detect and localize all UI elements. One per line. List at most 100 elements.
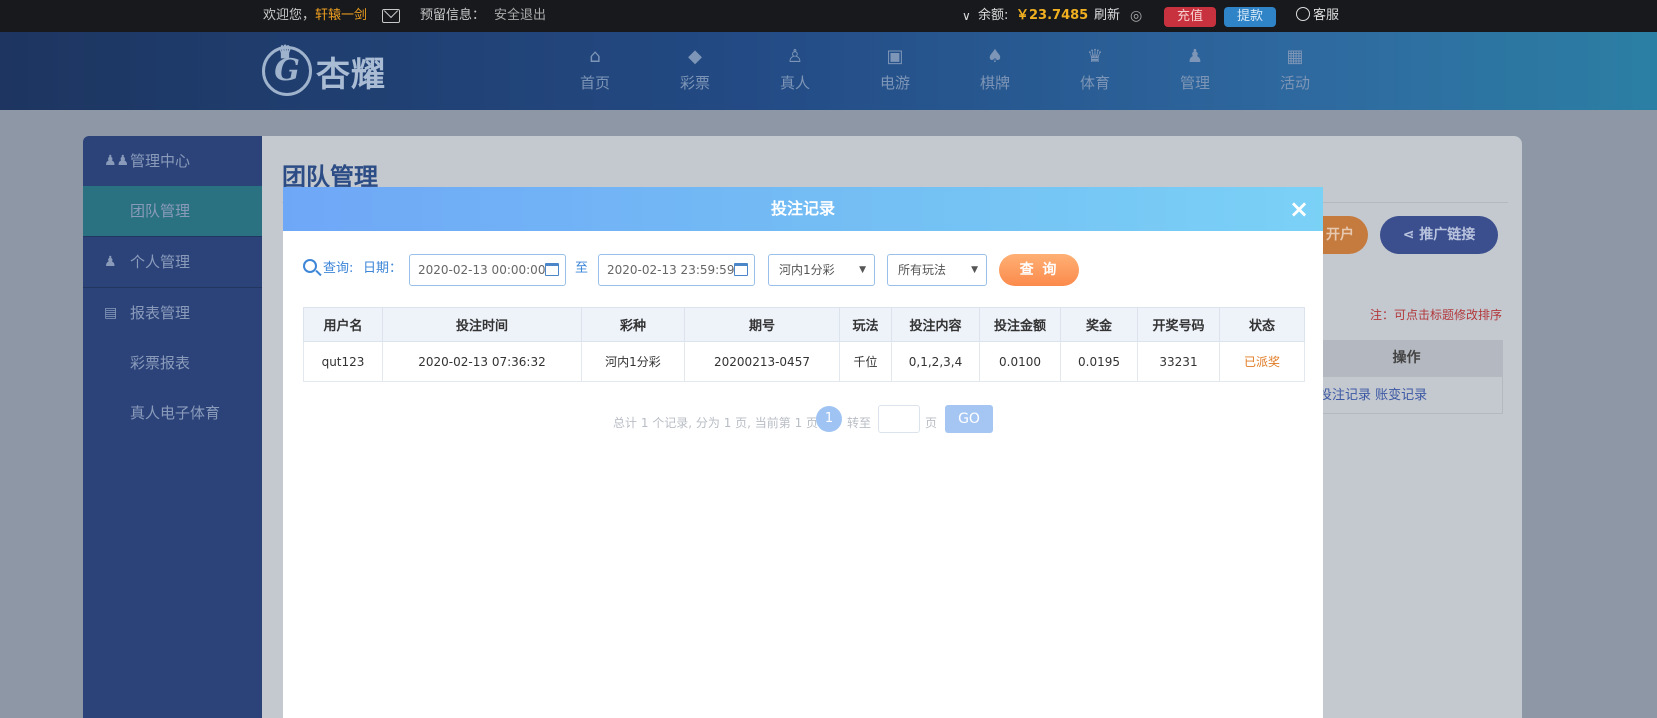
sidebar-item-label: 报表管理: [130, 304, 191, 322]
service-label: 客服: [1313, 8, 1340, 23]
welcome-label: 欢迎您，: [263, 8, 316, 23]
pagination-summary: 总计 1 个记录, 分为 1 页, 当前第 1 页: [613, 416, 819, 430]
live-dealer-icon: ♙: [786, 46, 804, 67]
lottery-select-value: 河内1分彩: [779, 263, 835, 277]
site-logo[interactable]: G 杏耀: [262, 31, 386, 104]
query-button[interactable]: 查 询: [999, 254, 1079, 286]
nav-item-label: 电游: [879, 74, 910, 92]
nav-item-label: 体育: [1079, 74, 1110, 92]
group-icon: ♟♟: [104, 153, 130, 169]
promo-link-label: 推广链接: [1419, 227, 1476, 243]
sidebar-item-label: 真人电子体育: [130, 404, 221, 422]
hide-eye-icon[interactable]: ◎: [1130, 0, 1142, 32]
nav-item-home[interactable]: ⌂ 首页: [545, 32, 645, 110]
recharge-button[interactable]: 充值: [1164, 7, 1216, 27]
column-header: 开奖号码: [1137, 307, 1220, 342]
person-icon: ♟: [104, 254, 117, 270]
sidebar-item-label: 管理中心: [130, 152, 191, 170]
calendar-icon[interactable]: [545, 263, 559, 276]
nav-item-label: 真人: [779, 74, 810, 92]
nav-item-users[interactable]: ♟ 管理: [1145, 32, 1245, 110]
table-header-row: 用户名 投注时间 彩种 期号 玩法 投注内容 投注金额 奖金 开奖号码 状态: [303, 307, 1305, 342]
nav-item-live-dealer[interactable]: ♙ 真人: [745, 32, 845, 110]
reserve-info: 预留信息：: [420, 8, 486, 23]
balance-label: 余额:: [978, 8, 1009, 23]
bet-records-modal: 投注记录 × 查询: 日期： 2020-02-13 00:00:00 至 202…: [283, 187, 1323, 718]
date-label: 日期：: [363, 261, 403, 276]
dropdown-arrow-icon: ▼: [859, 265, 866, 275]
to-label: 至: [575, 261, 589, 276]
column-header: 彩种: [581, 307, 685, 342]
balance-value: ￥23.7485: [1016, 8, 1089, 23]
dropdown-arrow-icon: ▼: [971, 265, 978, 275]
date-from-value: 2020-02-13 00:00:00: [418, 263, 546, 277]
sidebar-item-lottery-report[interactable]: 彩票报表: [83, 338, 262, 388]
nav-item-label: 棋牌: [979, 74, 1010, 92]
share-icon: ⋖: [1402, 227, 1420, 243]
nav-item-label: 活动: [1279, 74, 1310, 92]
sidebar-item-live-report[interactable]: 真人电子体育: [83, 388, 262, 438]
column-header: 投注内容: [891, 307, 980, 342]
logo-emblem: G: [262, 31, 312, 96]
table-cell: 2020-02-13 07:36:32: [382, 341, 582, 382]
sidebar-item-management-center[interactable]: ♟♟ 管理中心: [83, 136, 262, 186]
play-select-value: 所有玩法: [898, 263, 947, 277]
column-header: 期号: [684, 307, 840, 342]
date-to-input[interactable]: 2020-02-13 23:59:59: [598, 254, 755, 286]
column-header: 玩法: [839, 307, 892, 342]
welcome-text: 欢迎您，轩辕一剑: [263, 0, 367, 32]
page-unit-label: 页: [925, 416, 938, 430]
status-cell: 已派奖: [1219, 341, 1305, 382]
date-from-input[interactable]: 2020-02-13 00:00:00: [409, 254, 566, 286]
column-header: 用户名: [303, 307, 383, 342]
calendar-icon[interactable]: [734, 263, 748, 276]
withdraw-button[interactable]: 提款: [1224, 7, 1276, 27]
sidebar-item-team-management[interactable]: 团队管理: [83, 186, 262, 236]
refresh-link[interactable]: 刷新: [1094, 0, 1120, 32]
sidebar-item-personal-management[interactable]: ♟ 个人管理: [83, 237, 262, 287]
mail-icon[interactable]: [382, 9, 400, 23]
slot-machine-icon: ▣: [886, 46, 904, 67]
play-type-select[interactable]: 所有玩法 ▼: [887, 254, 987, 286]
gift-icon: ▦: [1286, 46, 1304, 67]
cards-icon: ♠: [986, 46, 1004, 67]
sidebar: ♟♟ 管理中心 团队管理 ♟ 个人管理 ▤ 报表管理 彩票报表 真人电子体育: [83, 136, 262, 718]
query-label: 查询:: [323, 261, 354, 276]
bet-records-table: 用户名 投注时间 彩种 期号 玩法 投注内容 投注金额 奖金 开奖号码 状态 qut123 2020…: [303, 307, 1305, 382]
jump-to-label: 转至: [847, 416, 872, 430]
date-to-value: 2020-02-13 23:59:59: [607, 263, 735, 277]
table-cell: 0,1,2,3,4: [891, 341, 980, 382]
lottery-icon: ◆: [688, 46, 702, 67]
username-link[interactable]: 轩辕一剑: [315, 8, 367, 23]
lottery-select[interactable]: 河内1分彩 ▼: [768, 254, 875, 286]
ops-links[interactable]: 投注记录 账变记录: [1310, 376, 1503, 414]
nav-item-slot-machine[interactable]: ▣ 电游: [845, 32, 945, 110]
nav-item-cards[interactable]: ♠ 棋牌: [945, 32, 1045, 110]
nav-item-label: 首页: [579, 74, 610, 92]
nav-item-gift[interactable]: ▦ 活动: [1245, 32, 1345, 110]
main-header: G 杏耀 ⌂ 首页 ◆ 彩票 ♙ 真人 ▣ 电游 ♠ 棋牌 ♛ 体育 ♟ 管理 ▦ 活动: [0, 31, 1657, 110]
column-header: 状态: [1219, 307, 1305, 342]
sidebar-item-label: 个人管理: [130, 253, 191, 271]
chevron-down-icon[interactable]: ∨: [962, 0, 971, 32]
trophy-icon: ♛: [1086, 46, 1104, 67]
nav-item-trophy[interactable]: ♛ 体育: [1045, 32, 1145, 110]
logo-text: 杏耀: [316, 54, 386, 95]
close-icon[interactable]: ×: [1285, 195, 1313, 223]
current-page-button[interactable]: 1: [816, 406, 842, 432]
table-cell: 20200213-0457: [684, 341, 840, 382]
sidebar-item-report-management[interactable]: ▤ 报表管理: [83, 288, 262, 338]
column-header: 奖金: [1060, 307, 1138, 342]
table-cell: 河内1分彩: [581, 341, 685, 382]
home-icon: ⌂: [589, 46, 601, 67]
promo-link-button[interactable]: ⋖ 推广链接: [1380, 216, 1498, 254]
nav-item-lottery[interactable]: ◆ 彩票: [645, 32, 745, 110]
go-button[interactable]: GO: [945, 405, 993, 433]
table-cell: 33231: [1137, 341, 1220, 382]
sort-note: 注：可点击标题修改排序: [1370, 308, 1503, 322]
search-icon: [303, 259, 317, 273]
users-icon: ♟: [1186, 46, 1204, 67]
logout-link[interactable]: 安全退出: [494, 0, 546, 32]
customer-service-link[interactable]: 客服: [1296, 0, 1339, 32]
page-number-input[interactable]: [878, 405, 920, 433]
